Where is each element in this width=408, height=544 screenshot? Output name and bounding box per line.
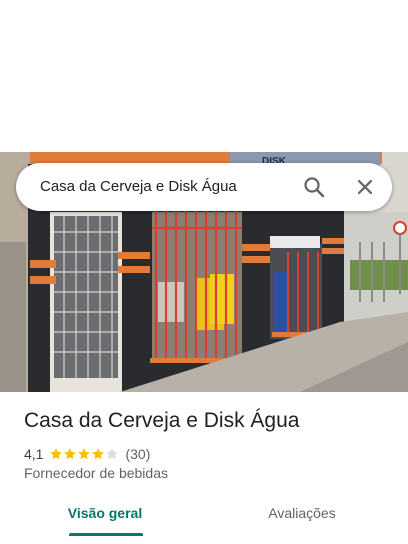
place-category: Fornecedor de bebidas bbox=[24, 465, 168, 481]
search-bar[interactable]: Casa da Cerveja e Disk Água bbox=[16, 163, 392, 211]
search-input[interactable]: Casa da Cerveja e Disk Água bbox=[40, 163, 237, 211]
close-icon[interactable] bbox=[353, 175, 377, 199]
review-count[interactable]: (30) bbox=[125, 446, 150, 462]
tab-selected-indicator bbox=[69, 533, 143, 536]
place-tabs: Visão geral Avaliações bbox=[0, 496, 408, 536]
star-empty-icon bbox=[106, 448, 119, 460]
star-icon bbox=[50, 448, 63, 460]
rating-row[interactable]: 4,1 (30) bbox=[24, 445, 150, 463]
tab-overview[interactable]: Visão geral bbox=[60, 496, 150, 536]
star-rating bbox=[49, 447, 119, 461]
rating-value: 4,1 bbox=[24, 446, 44, 462]
search-icon[interactable] bbox=[302, 175, 326, 199]
star-icon bbox=[78, 448, 91, 460]
star-icon bbox=[64, 448, 77, 460]
star-icon bbox=[92, 448, 105, 460]
place-title: Casa da Cerveja e Disk Água bbox=[24, 409, 300, 432]
place-page: DISK Casa da Cerveja e Disk Água Casa da… bbox=[0, 0, 408, 544]
tab-reviews[interactable]: Avaliações bbox=[256, 496, 348, 536]
